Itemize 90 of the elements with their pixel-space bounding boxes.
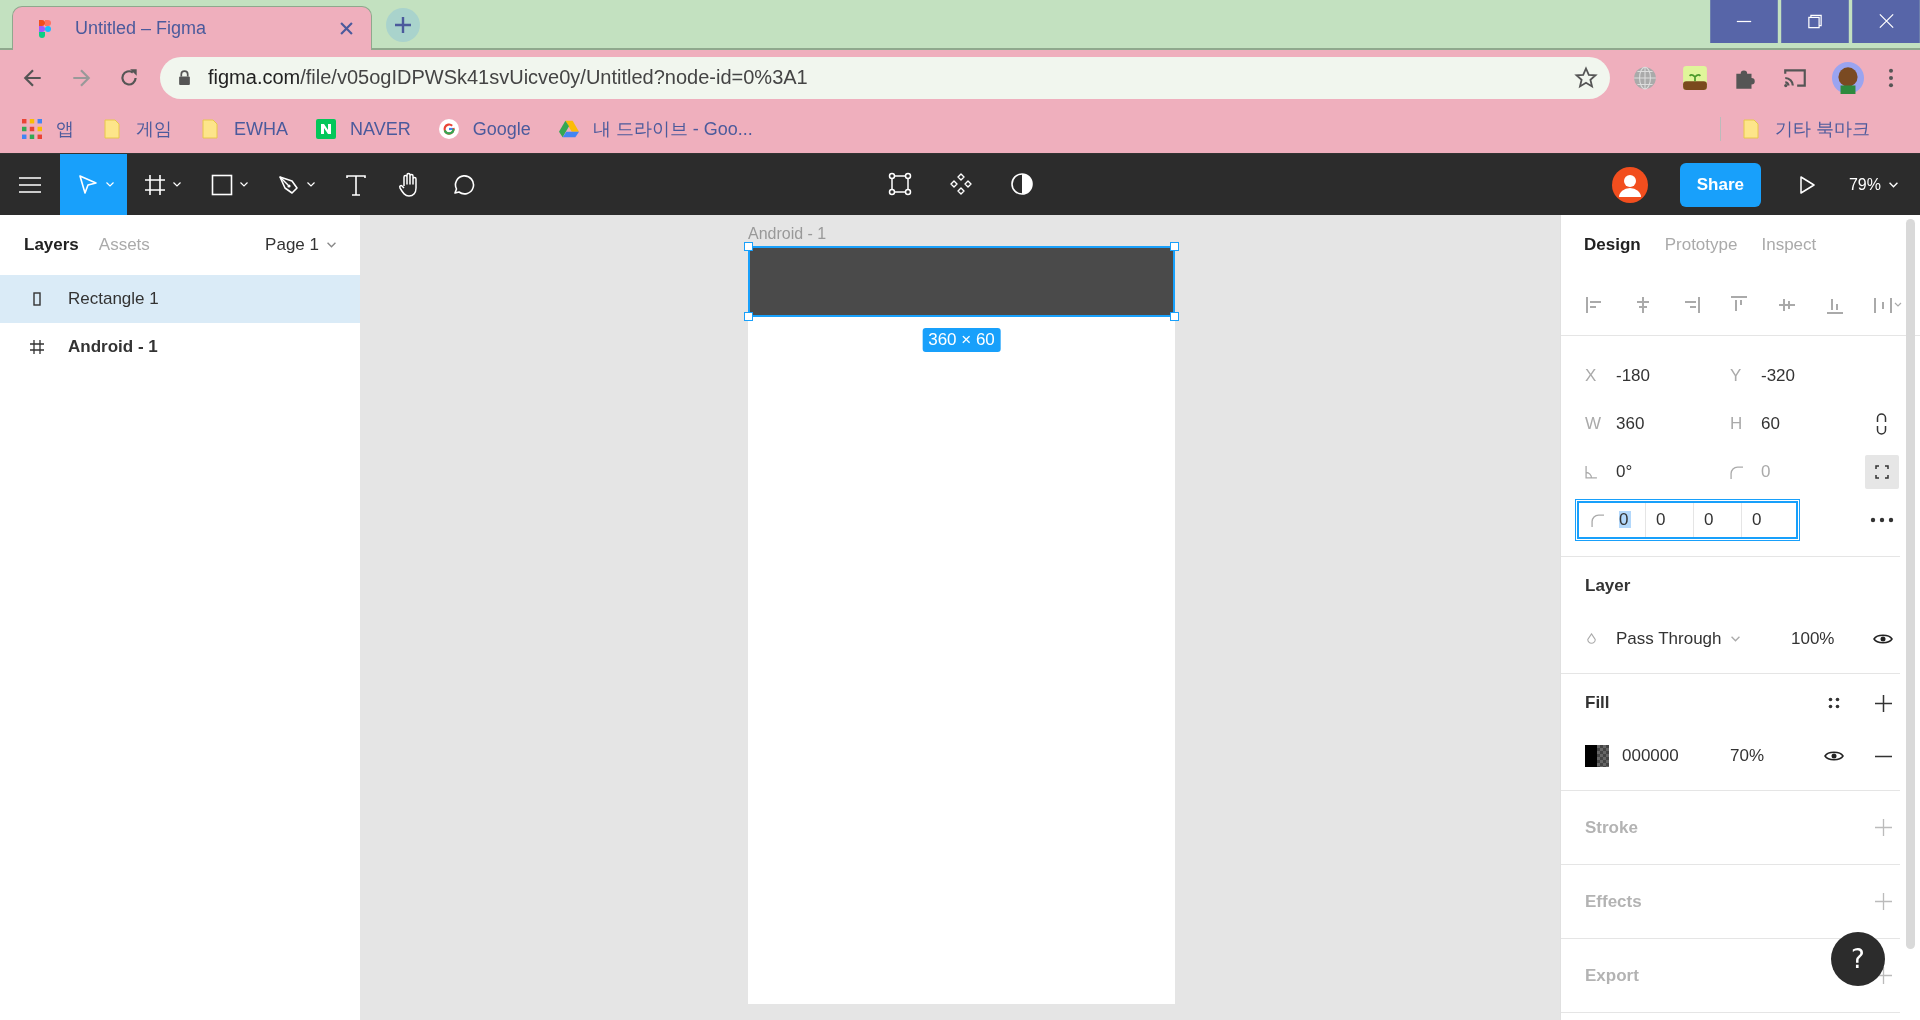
eye-icon[interactable] xyxy=(1824,750,1844,762)
section-title: Export xyxy=(1585,965,1639,986)
independent-corners-icon[interactable] xyxy=(1865,455,1899,489)
fill-hex[interactable]: 000000 xyxy=(1622,746,1730,766)
profile-avatar-icon[interactable] xyxy=(1832,61,1864,94)
square-icon xyxy=(211,173,233,196)
plus-icon[interactable] xyxy=(1875,694,1892,712)
text-tool-icon xyxy=(345,173,367,196)
fill-opacity[interactable]: 70% xyxy=(1730,746,1765,766)
blend-mode-dropdown[interactable]: Pass Through xyxy=(1616,629,1791,649)
folder-icon xyxy=(102,119,122,139)
tab-title: Untitled – Figma xyxy=(75,18,208,39)
width-field[interactable]: W 360 xyxy=(1585,414,1730,434)
corner-icon xyxy=(1591,513,1604,527)
help-button[interactable]: ? xyxy=(1831,932,1885,986)
angle-icon xyxy=(1585,465,1598,479)
resize-handle[interactable] xyxy=(1170,312,1179,321)
zoom-dropdown[interactable]: 79% xyxy=(1848,175,1898,194)
x-field[interactable]: X -180 xyxy=(1585,366,1730,386)
four-dots-icon[interactable] xyxy=(1828,697,1840,709)
panel-tab[interactable]: Layers xyxy=(24,235,79,255)
chevron-down-icon xyxy=(106,182,114,187)
link-icon[interactable] xyxy=(1875,413,1888,435)
user-avatar-icon[interactable] xyxy=(1611,166,1648,203)
other-bookmarks[interactable]: 기타 북마크 xyxy=(1741,117,1870,141)
menu-icon[interactable] xyxy=(1888,66,1894,89)
y-field[interactable]: Y -320 xyxy=(1730,366,1875,386)
browser-tab[interactable]: Untitled – Figma xyxy=(12,6,372,50)
frame-corners-icon[interactable] xyxy=(888,172,912,196)
contrast-icon[interactable] xyxy=(1010,172,1034,196)
layer-item[interactable]: Rectangle 1 xyxy=(0,275,360,323)
apps-grid-icon xyxy=(22,119,42,139)
resize-handle[interactable] xyxy=(744,242,753,251)
panel-tab[interactable]: Design xyxy=(1584,235,1641,255)
chevron-down-icon xyxy=(240,182,248,187)
star-icon[interactable] xyxy=(1574,65,1598,90)
resize-handle[interactable] xyxy=(744,312,753,321)
section-title: Layer xyxy=(1585,576,1631,596)
section-title: Fill xyxy=(1585,693,1610,713)
url-text: figma.com/file/v05ogIDPWSk41svUicve0y/Untitled?node-id=0%3A1 xyxy=(208,66,809,89)
scrollbar[interactable] xyxy=(1906,219,1915,949)
folder-icon xyxy=(200,119,220,139)
corner-icon xyxy=(1730,465,1743,479)
section-title: Effects xyxy=(1585,891,1642,912)
menu-icon xyxy=(19,176,41,193)
chevron-down-icon xyxy=(173,182,181,187)
section-title: Stroke xyxy=(1585,817,1638,838)
folder-icon xyxy=(1741,119,1761,139)
plant-pot-icon[interactable] xyxy=(1682,64,1708,91)
layer-item[interactable]: Android - 1 xyxy=(0,323,360,371)
hash-icon xyxy=(30,340,44,354)
bookmark[interactable]: Google xyxy=(438,118,531,140)
eye-icon[interactable] xyxy=(1873,633,1893,645)
figma-logo-icon xyxy=(39,19,51,38)
more-icon[interactable] xyxy=(1870,517,1894,523)
play-icon[interactable] xyxy=(1798,175,1815,194)
n-logo-icon xyxy=(316,119,336,139)
page-dropdown[interactable]: Page 1 xyxy=(265,235,336,255)
chevron-down-icon xyxy=(327,242,336,248)
cursor-icon xyxy=(77,173,99,196)
chevron-down-icon xyxy=(1889,181,1898,188)
lock-icon xyxy=(178,70,191,85)
speech-bubble-icon xyxy=(451,172,475,197)
layer-opacity[interactable]: 100% xyxy=(1791,629,1835,649)
new-tab-button[interactable] xyxy=(386,8,420,42)
rotation-field[interactable]: 0° xyxy=(1585,462,1730,482)
address-bar[interactable]: figma.com/file/v05ogIDPWSk41svUicve0y/Untitled?node-id=0%3A1 xyxy=(160,56,1610,99)
height-field[interactable]: H 60 xyxy=(1730,414,1875,434)
distribute-icon[interactable] xyxy=(1873,295,1903,315)
chevron-down-icon xyxy=(307,182,315,187)
reload-icon[interactable] xyxy=(118,66,140,89)
bookmark[interactable]: NAVER xyxy=(316,118,411,140)
drop-icon xyxy=(1585,632,1598,646)
corner-radius-inputs[interactable]: 0 0 0 0 xyxy=(1577,501,1798,539)
component-icon[interactable] xyxy=(949,172,973,196)
chevron-down-icon xyxy=(1730,636,1740,642)
resize-handle[interactable] xyxy=(1170,242,1179,251)
g-logo-icon xyxy=(438,119,459,139)
pen-icon xyxy=(278,173,300,196)
hash-icon xyxy=(144,173,166,196)
restore-icon[interactable] xyxy=(1781,0,1849,43)
triangle-logo-icon xyxy=(558,119,579,139)
bookmark[interactable]: 게임 xyxy=(102,117,172,141)
bookmark[interactable]: EWHA xyxy=(200,118,288,140)
bookmark[interactable]: 내 드라이브 - Goo... xyxy=(558,117,753,141)
size-label: 360 × 60 xyxy=(922,328,1001,352)
bookmark[interactable]: 앱 xyxy=(22,117,74,141)
close-icon[interactable] xyxy=(340,22,353,35)
rectangle-icon xyxy=(30,292,44,306)
color-swatch[interactable] xyxy=(1585,745,1609,767)
